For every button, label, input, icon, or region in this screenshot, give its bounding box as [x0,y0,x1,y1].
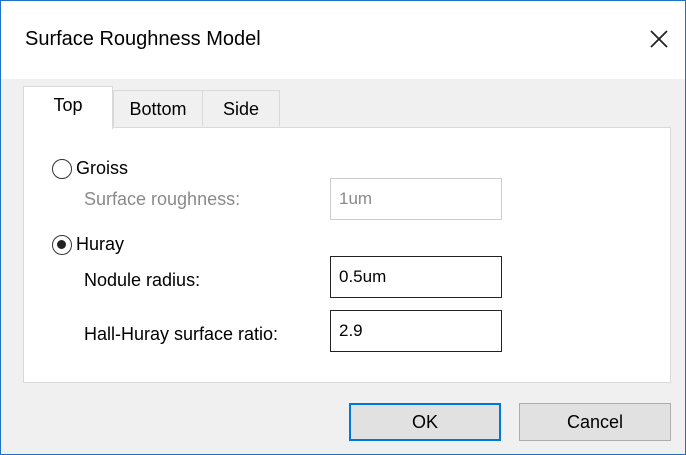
groiss-radio-label: Groiss [76,158,129,178]
huray-radio-option[interactable]: Huray [52,234,124,255]
huray-radio-button[interactable] [52,234,72,255]
groiss-radio-button[interactable] [52,158,72,179]
tab-strip: Top Bottom Side [21,86,671,129]
dialog-window: Surface Roughness Model Top Bottom Side … [0,0,686,455]
title-bar: Surface Roughness Model [1,1,685,79]
tab-bottom[interactable]: Bottom [113,90,203,126]
tab-panel-top: Groiss Surface roughness: Huray Nodule r… [23,127,671,383]
close-icon [650,30,668,48]
cancel-button[interactable]: Cancel [519,403,671,441]
tab-side[interactable]: Side [202,90,280,126]
ok-button[interactable]: OK [349,403,501,441]
surface-ratio-input[interactable] [330,310,502,352]
close-button[interactable] [641,21,677,57]
nodule-radius-input[interactable] [330,256,502,298]
huray-radio-label: Huray [76,234,125,254]
surface-roughness-input[interactable] [330,178,502,220]
surface-ratio-label: Hall-Huray surface ratio: [84,324,279,344]
groiss-radio-option[interactable]: Groiss [52,158,128,179]
surface-roughness-label: Surface roughness: [84,189,241,209]
tab-top[interactable]: Top [23,86,113,129]
nodule-radius-label: Nodule radius: [84,270,201,290]
dialog-title: Surface Roughness Model [25,28,261,50]
